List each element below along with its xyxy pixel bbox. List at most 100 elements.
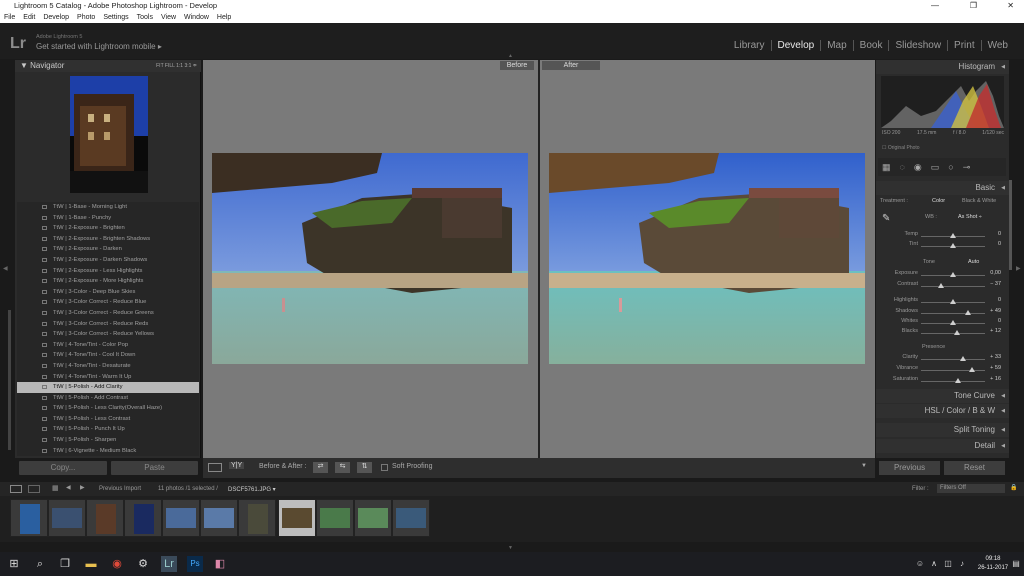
module-book[interactable]: Book bbox=[852, 40, 889, 51]
slider-value[interactable]: 0 bbox=[998, 241, 1001, 247]
spot-removal-icon[interactable]: ◌ bbox=[900, 162, 905, 172]
file-explorer-icon[interactable]: ▬ bbox=[83, 556, 99, 572]
preset-item[interactable]: TtW | 2-Exposure - Darken bbox=[17, 244, 199, 255]
slider-highlights[interactable]: Highlights 0 bbox=[880, 297, 1005, 306]
forward-icon[interactable]: ▶ bbox=[80, 484, 85, 491]
slider-thumb[interactable] bbox=[937, 283, 944, 288]
menu-tools[interactable]: Tools bbox=[133, 12, 157, 23]
filmstrip-thumbnail[interactable] bbox=[200, 499, 238, 537]
lightroom-taskbar-icon[interactable]: Lr bbox=[161, 556, 177, 572]
slider-clarity[interactable]: Clarity + 33 bbox=[880, 354, 1005, 363]
basic-header[interactable]: Basic bbox=[876, 181, 1009, 195]
module-slideshow[interactable]: Slideshow bbox=[888, 40, 947, 51]
hsl-header[interactable]: HSL / Color / B & W bbox=[876, 404, 1009, 418]
copy-before-to-after-icon[interactable]: ⇄ bbox=[313, 462, 328, 473]
settings-gear-icon[interactable]: ⚙ bbox=[135, 556, 151, 572]
preset-item[interactable]: TtW | 3-Color Correct - Reduce Reds bbox=[17, 319, 199, 330]
slider-thumb[interactable] bbox=[950, 299, 956, 304]
bottom-panel-toggle-icon[interactable]: ▼ bbox=[508, 545, 513, 551]
filmstrip-thumbnail[interactable] bbox=[316, 499, 354, 537]
preset-item[interactable]: TtW | 4-Tone/Tint - Cool It Down bbox=[17, 350, 199, 361]
source-label[interactable]: Previous Import bbox=[99, 486, 141, 492]
slider-thumb[interactable] bbox=[950, 272, 956, 277]
slider-value[interactable]: + 12 bbox=[990, 328, 1001, 334]
preset-item[interactable]: TtW | 3-Color - Deep Blue Skies bbox=[17, 287, 199, 298]
preset-item[interactable]: TtW | 3-Color Correct - Reduce Greens bbox=[17, 308, 199, 319]
slider-value[interactable]: 0 bbox=[998, 318, 1001, 324]
chrome-icon[interactable]: ◉ bbox=[109, 556, 125, 572]
slider-contrast[interactable]: Contrast − 37 bbox=[880, 281, 1005, 290]
preset-item[interactable]: TtW | 5-Polish - Sharpen bbox=[17, 435, 199, 446]
histogram-header[interactable]: Histogram bbox=[876, 60, 1009, 74]
preset-item[interactable]: TtW | 1-Base - Morning Light bbox=[17, 202, 199, 213]
slider-thumb[interactable] bbox=[968, 367, 975, 372]
primary-window-icon[interactable] bbox=[10, 485, 22, 493]
graduated-filter-icon[interactable]: ▭ bbox=[931, 162, 940, 173]
preset-item[interactable]: TtW | 6-Vignette - Medium Black bbox=[17, 446, 199, 456]
slider-tint[interactable]: Tint 0 bbox=[880, 241, 1005, 250]
treatment-color[interactable]: Color bbox=[932, 198, 945, 204]
tone-curve-header[interactable]: Tone Curve bbox=[876, 389, 1009, 403]
loupe-view-icon[interactable] bbox=[208, 463, 222, 472]
preset-item[interactable]: TtW | 2-Exposure - More Highlights bbox=[17, 276, 199, 287]
wb-select[interactable]: As Shot ÷ bbox=[958, 214, 982, 220]
adjustment-brush-icon[interactable]: ⊸ bbox=[963, 162, 971, 173]
paste-settings-button[interactable]: Paste bbox=[111, 461, 198, 475]
preset-item[interactable]: TtW | 3-Color Correct - Reduce Yellows bbox=[17, 329, 199, 340]
filter-lock-icon[interactable]: 🔒 bbox=[1010, 484, 1017, 491]
after-photo[interactable] bbox=[549, 153, 865, 364]
swap-icon[interactable]: ⇅ bbox=[357, 462, 372, 473]
slider-vibrance[interactable]: Vibrance + 59 bbox=[880, 365, 1005, 374]
slider-track[interactable] bbox=[921, 370, 985, 371]
preset-item[interactable]: TtW | 3-Color Correct - Reduce Blue bbox=[17, 297, 199, 308]
slider-track[interactable] bbox=[921, 313, 985, 314]
menu-photo[interactable]: Photo bbox=[73, 12, 99, 23]
module-print[interactable]: Print bbox=[947, 40, 981, 51]
grid-view-icon[interactable]: ▦ bbox=[52, 484, 59, 492]
slider-value[interactable]: 0 bbox=[998, 297, 1001, 303]
soft-proofing-checkbox[interactable] bbox=[381, 464, 388, 471]
right-panel-toggle-icon[interactable]: ▶ bbox=[1016, 265, 1021, 272]
mobile-promo-link[interactable]: Get started with Lightroom mobile ▸ bbox=[36, 42, 162, 51]
slider-value[interactable]: + 59 bbox=[990, 365, 1001, 371]
slider-value[interactable]: 0,00 bbox=[990, 270, 1001, 276]
filmstrip-thumbnail[interactable] bbox=[392, 499, 430, 537]
clock-time[interactable]: 09:18 bbox=[976, 556, 1010, 562]
slider-temp[interactable]: Temp 0 bbox=[880, 231, 1005, 240]
before-photo[interactable] bbox=[212, 153, 528, 364]
slider-value[interactable]: + 16 bbox=[990, 376, 1001, 382]
menu-file[interactable]: File bbox=[0, 12, 19, 23]
filmstrip-thumbnail[interactable] bbox=[124, 499, 162, 537]
filmstrip-thumbnail[interactable] bbox=[10, 499, 48, 537]
preset-item-selected[interactable]: TtW | 5-Polish - Add Clarity bbox=[17, 382, 199, 393]
filmstrip-thumbnail-selected[interactable] bbox=[278, 499, 316, 537]
preset-item[interactable]: TtW | 5-Polish - Less Clarity(Overall Ha… bbox=[17, 403, 199, 414]
slider-saturation[interactable]: Saturation + 16 bbox=[880, 376, 1005, 385]
before-after-mode-button[interactable]: Y|Y bbox=[229, 462, 245, 469]
slider-value[interactable]: + 33 bbox=[990, 354, 1001, 360]
preset-item[interactable]: TtW | 4-Tone/Tint - Color Pop bbox=[17, 340, 199, 351]
search-icon[interactable]: ⌕ bbox=[32, 556, 48, 572]
preset-item[interactable]: TtW | 4-Tone/Tint - Warm It Up bbox=[17, 372, 199, 383]
volume-icon[interactable]: ♪ bbox=[954, 556, 970, 572]
filmstrip-thumbnail[interactable] bbox=[48, 499, 86, 537]
top-panel-toggle-icon[interactable]: ▲ bbox=[508, 53, 513, 59]
menu-help[interactable]: Help bbox=[213, 12, 235, 23]
action-center-icon[interactable]: ▤ bbox=[1008, 556, 1024, 572]
preset-item[interactable]: TtW | 5-Polish - Add Contrast bbox=[17, 393, 199, 404]
preset-item[interactable]: TtW | 5-Polish - Less Contrast bbox=[17, 414, 199, 425]
preset-item[interactable]: TtW | 2-Exposure - Darken Shadows bbox=[17, 255, 199, 266]
slider-value[interactable]: 0 bbox=[998, 231, 1001, 237]
slider-track[interactable] bbox=[921, 381, 985, 382]
crop-icon[interactable]: ▦ bbox=[882, 162, 891, 173]
preset-item[interactable]: TtW | 2-Exposure - Brighten bbox=[17, 223, 199, 234]
minimize-icon[interactable]: — bbox=[931, 0, 939, 12]
menu-edit[interactable]: Edit bbox=[19, 12, 39, 23]
detail-header[interactable]: Detail bbox=[876, 439, 1009, 453]
treatment-bw[interactable]: Black & White bbox=[962, 198, 996, 204]
slider-thumb[interactable] bbox=[960, 356, 967, 361]
preset-item[interactable]: TtW | 4-Tone/Tint - Desaturate bbox=[17, 361, 199, 372]
photoshop-taskbar-icon[interactable]: Ps bbox=[187, 556, 203, 572]
split-toning-header[interactable]: Split Toning bbox=[876, 423, 1009, 437]
slider-thumb[interactable] bbox=[955, 378, 962, 383]
